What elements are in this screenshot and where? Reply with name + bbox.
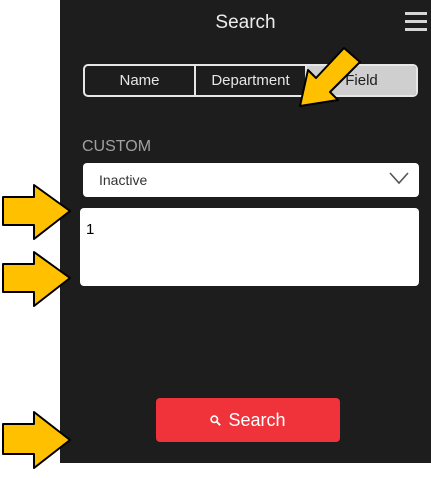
chevron-down-icon — [389, 172, 409, 185]
status-select-value: Inactive — [99, 172, 148, 188]
search-button-label: Search — [228, 409, 286, 430]
annotation-arrow-search — [2, 411, 71, 469]
page-title: Search — [215, 12, 276, 33]
hamburger-menu-icon[interactable] — [405, 12, 427, 32]
annotation-arrow-textarea — [2, 251, 71, 307]
tab-department[interactable]: Department — [194, 66, 305, 95]
annotation-arrow-select — [2, 184, 71, 240]
search-button[interactable]: Search — [156, 398, 340, 442]
app-screen: Search Name Department Field CUSTOM Inac… — [60, 0, 431, 463]
annotation-arrow-tab — [299, 47, 361, 107]
tab-name[interactable]: Name — [85, 66, 194, 95]
search-icon — [210, 414, 222, 426]
status-select[interactable]: Inactive — [83, 163, 419, 197]
custom-section-label: CUSTOM — [82, 138, 152, 155]
custom-value-input[interactable]: 1 — [80, 208, 419, 286]
